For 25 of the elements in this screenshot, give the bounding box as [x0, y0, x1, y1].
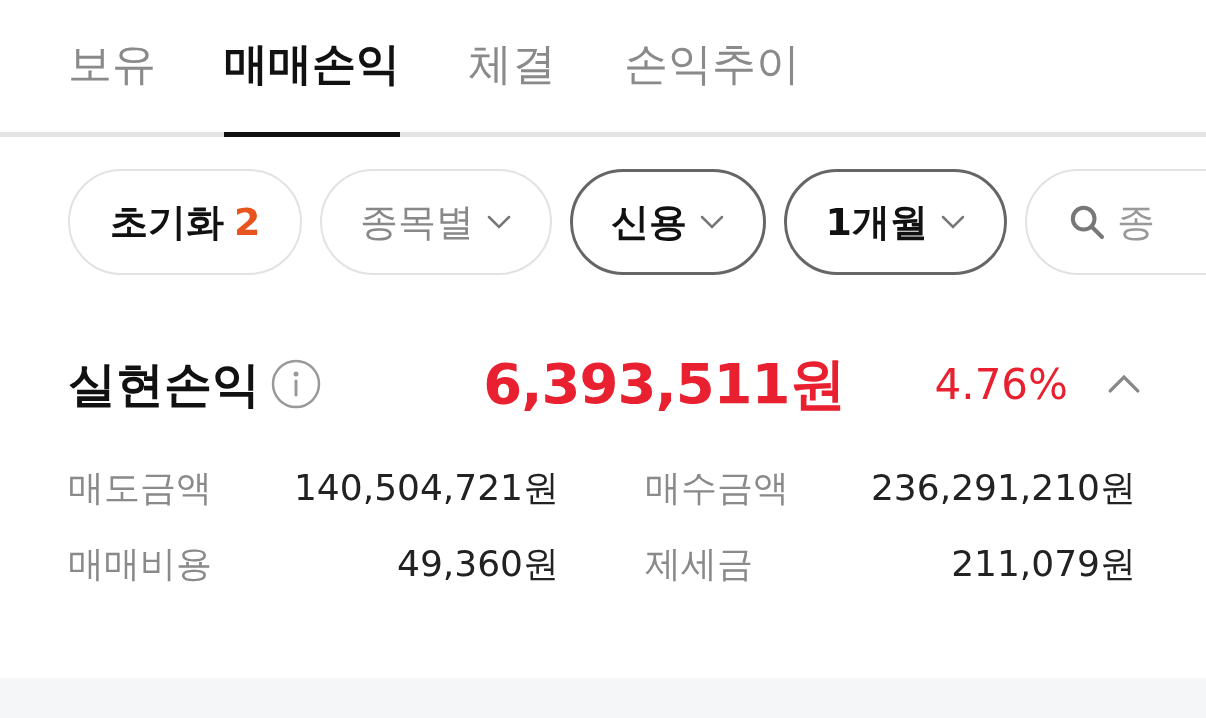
detail-value: 211,079원 — [951, 542, 1136, 586]
filter-count: 2 — [234, 198, 261, 246]
caret-icon — [939, 214, 966, 230]
detail-label: 제세금 — [645, 542, 753, 586]
profit-rate: 4.76% — [934, 358, 1068, 411]
reset-chip[interactable]: 초기화 2 — [68, 169, 303, 275]
tab[interactable]: 매매손익 — [224, 42, 400, 137]
detail-value: 140,504,721원 — [293, 466, 559, 510]
realized-profit-amount: 6,393,511원 — [483, 350, 845, 418]
detail-label: 매수금액 — [645, 466, 789, 510]
detail-label: 매매비용 — [68, 542, 212, 586]
info-icon[interactable] — [270, 358, 322, 410]
caret-icon — [699, 214, 726, 230]
detail-label: 매도금액 — [68, 466, 212, 510]
collapse-caret-icon — [1106, 373, 1142, 395]
search-field[interactable]: 종 — [1024, 169, 1206, 275]
detail-value: 49,360원 — [397, 542, 559, 586]
summary-title: 실현손익 — [68, 355, 260, 414]
caret-icon — [486, 214, 513, 230]
filter-dropdown[interactable]: 신용 — [570, 169, 767, 275]
reset-label: 초기화 — [110, 198, 224, 246]
search-input[interactable]: 종 — [1116, 193, 1206, 251]
filter-dropdown[interactable]: 종목별 — [320, 169, 553, 275]
filter-dropdown[interactable]: 1개월 — [784, 169, 1007, 275]
detail-value: 236,291,210원 — [870, 466, 1136, 510]
